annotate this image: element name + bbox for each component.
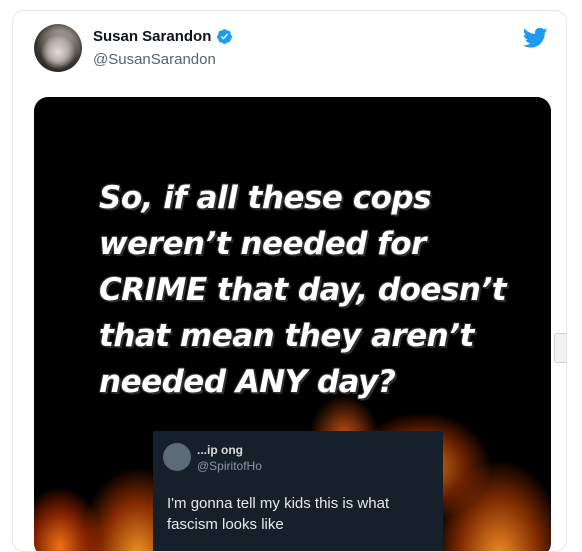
user-handle[interactable]: @SusanSarandon [93, 51, 216, 68]
author-name-row: Susan Sarandon [93, 28, 233, 45]
verified-badge-icon [217, 29, 233, 44]
embedded-handle: @SpiritofHo [197, 459, 262, 473]
media-headline-text: So, if all these cops weren’t needed for… [99, 180, 507, 400]
display-name[interactable]: Susan Sarandon [93, 28, 211, 45]
twitter-bird-icon[interactable] [523, 27, 548, 49]
tweet-card[interactable]: Susan Sarandon @SusanSarandon So, if all… [12, 10, 567, 552]
avatar[interactable] [34, 24, 82, 72]
embedded-tweet-screenshot: ...ip ong @SpiritofHo I'm gonna tell my … [153, 431, 443, 551]
embedded-tweet-text: I'm gonna tell my kids this is what fasc… [167, 495, 390, 533]
embedded-avatar [163, 443, 191, 471]
media-scroll-handle[interactable] [554, 333, 566, 363]
embedded-display-name: ...ip ong [197, 443, 243, 457]
tweet-media-image[interactable]: So, if all these cops weren’t needed for… [34, 97, 551, 551]
avatar-photo [38, 28, 78, 72]
